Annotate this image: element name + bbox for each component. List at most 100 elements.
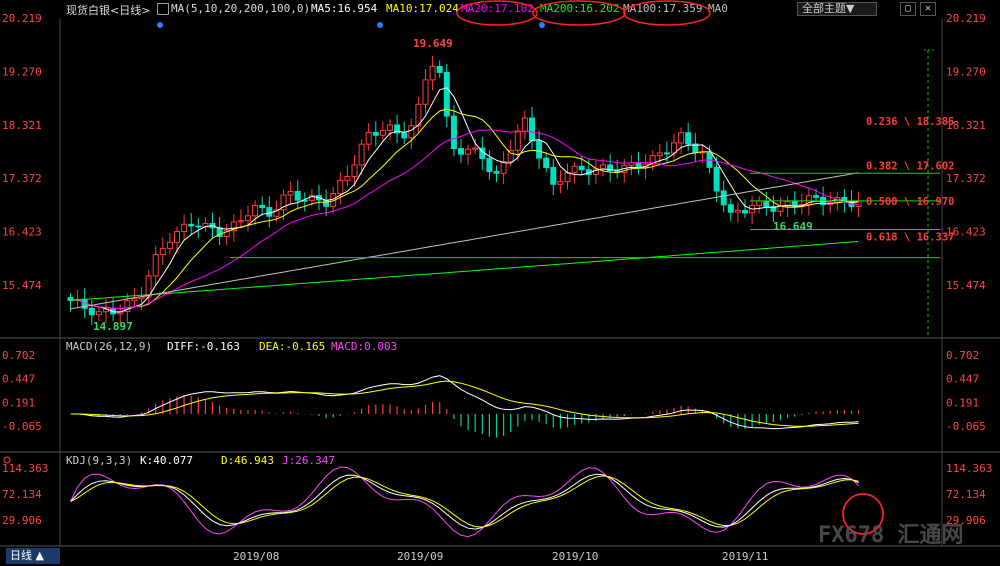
candle-body[interactable]	[358, 143, 365, 166]
high-price-label: 19.649	[413, 37, 453, 50]
candle-body[interactable]	[791, 200, 798, 207]
candle-body[interactable]	[408, 125, 415, 139]
candle-body[interactable]	[742, 209, 748, 214]
candle-body[interactable]	[514, 130, 521, 151]
candle-body[interactable]	[401, 132, 408, 139]
kdj-axis-tick: 29.906	[2, 514, 42, 527]
candle-body[interactable]	[351, 164, 358, 177]
candle-body[interactable]	[259, 204, 266, 209]
price-axis-tick: 15.474	[946, 279, 986, 292]
candle-body[interactable]	[472, 147, 479, 150]
candle-body[interactable]	[379, 129, 386, 136]
candle-body[interactable]	[152, 253, 159, 277]
candle-body[interactable]	[159, 248, 166, 255]
candle-body[interactable]	[578, 165, 585, 171]
candle-body[interactable]	[713, 166, 720, 192]
candle-body[interactable]	[550, 167, 557, 185]
candle-body[interactable]	[678, 132, 685, 144]
candle-body[interactable]	[181, 223, 188, 233]
kdj-axis-tick: 72.134	[2, 488, 42, 501]
candle-body[interactable]	[95, 311, 102, 316]
candle-body[interactable]	[237, 220, 244, 223]
candle-body[interactable]	[564, 172, 571, 183]
candle-body[interactable]	[727, 204, 734, 213]
candle-body[interactable]	[663, 152, 670, 155]
candle-body[interactable]	[685, 132, 692, 145]
candle-body[interactable]	[656, 152, 663, 157]
candle-body[interactable]	[422, 79, 429, 105]
recent-low-label: 16.649	[773, 220, 813, 233]
candle-body[interactable]	[720, 190, 727, 206]
candle-body[interactable]	[493, 171, 500, 174]
candle-body[interactable]	[529, 117, 535, 142]
fib-label: 0.382 \ 17.602	[866, 160, 955, 172]
price-axis-tick: 15.474	[2, 279, 42, 292]
event-marker[interactable]	[539, 22, 545, 28]
price-axis-tick: 16.423	[2, 226, 42, 239]
macd-axis-tick: 0.447	[946, 373, 979, 386]
low-price-label: 14.897	[93, 320, 133, 333]
candle-body[interactable]	[813, 195, 819, 198]
kdj-j: J:26.347	[282, 454, 335, 467]
macd-axis-tick: 0.191	[946, 396, 979, 409]
candle-body[interactable]	[486, 158, 493, 173]
ma200-line	[70, 240, 859, 301]
candle-body[interactable]	[287, 190, 294, 196]
x-axis-tick: 2019/11	[722, 550, 768, 563]
candle-body[interactable]	[763, 200, 770, 208]
candle-body[interactable]	[600, 164, 606, 170]
fib-label: 0.618 \ 16.337	[866, 231, 955, 243]
candle-body[interactable]	[372, 131, 379, 136]
period-button[interactable]: 日线 ▲	[6, 548, 60, 564]
candle-body[interactable]	[429, 65, 436, 81]
event-marker[interactable]	[157, 22, 163, 28]
candle-body[interactable]	[500, 161, 507, 174]
candle-body[interactable]	[344, 175, 351, 181]
candle-body[interactable]	[195, 225, 202, 228]
candle-body[interactable]	[543, 157, 550, 169]
candle-body[interactable]	[88, 307, 95, 316]
watermark: FX678 汇通网	[818, 523, 963, 548]
candle-body[interactable]	[571, 165, 578, 174]
candle-body[interactable]	[166, 241, 173, 250]
ma5-line	[70, 87, 859, 313]
ma100-line	[70, 172, 859, 310]
candle-body[interactable]	[671, 142, 677, 154]
candle-body[interactable]	[245, 215, 251, 222]
candle-body[interactable]	[174, 231, 180, 243]
candle-body[interactable]	[266, 207, 273, 217]
candle-body[interactable]	[188, 223, 195, 227]
candle-body[interactable]	[458, 148, 464, 155]
candle-body[interactable]	[450, 115, 457, 150]
chart-canvas: 20.219 20.21919.270 19.27018.321 18.32117.3…	[0, 0, 1000, 563]
macd-dea: DEA:-0.165	[259, 340, 325, 353]
highlight-ellipse	[623, 0, 711, 26]
x-axis-tick: 2019/08	[233, 550, 279, 563]
kdj-axis-tick: 72.134	[946, 488, 986, 501]
candle-body[interactable]	[337, 179, 344, 195]
candle-body[interactable]	[436, 65, 443, 73]
candle-body[interactable]	[252, 204, 259, 217]
candle-body[interactable]	[365, 131, 372, 145]
candle-body[interactable]	[756, 200, 763, 206]
fib-label: 0.236 \ 18.385	[866, 116, 955, 128]
candle-body[interactable]	[387, 124, 393, 131]
fib-label: 0.500 \ 16.970	[866, 196, 955, 208]
candle-body[interactable]	[635, 162, 642, 169]
candle-body[interactable]	[536, 140, 543, 159]
price-axis-tick: 19.270	[946, 65, 986, 78]
candle-body[interactable]	[294, 190, 301, 201]
kdj-k-line	[70, 473, 859, 530]
candle-body[interactable]	[131, 298, 138, 302]
candle-body[interactable]	[521, 117, 528, 132]
event-marker[interactable]	[377, 22, 383, 28]
ma20-line	[70, 129, 859, 310]
price-axis-tick: 18.321	[2, 119, 42, 132]
candle-body[interactable]	[734, 209, 741, 213]
macd-diff-line	[70, 375, 859, 430]
kdj-axis-tick: 114.363	[946, 462, 992, 475]
ma10-line	[70, 108, 859, 310]
candle-body[interactable]	[465, 148, 472, 155]
candle-body[interactable]	[557, 181, 564, 185]
kdj-title: KDJ(9,3,3)	[66, 454, 132, 467]
